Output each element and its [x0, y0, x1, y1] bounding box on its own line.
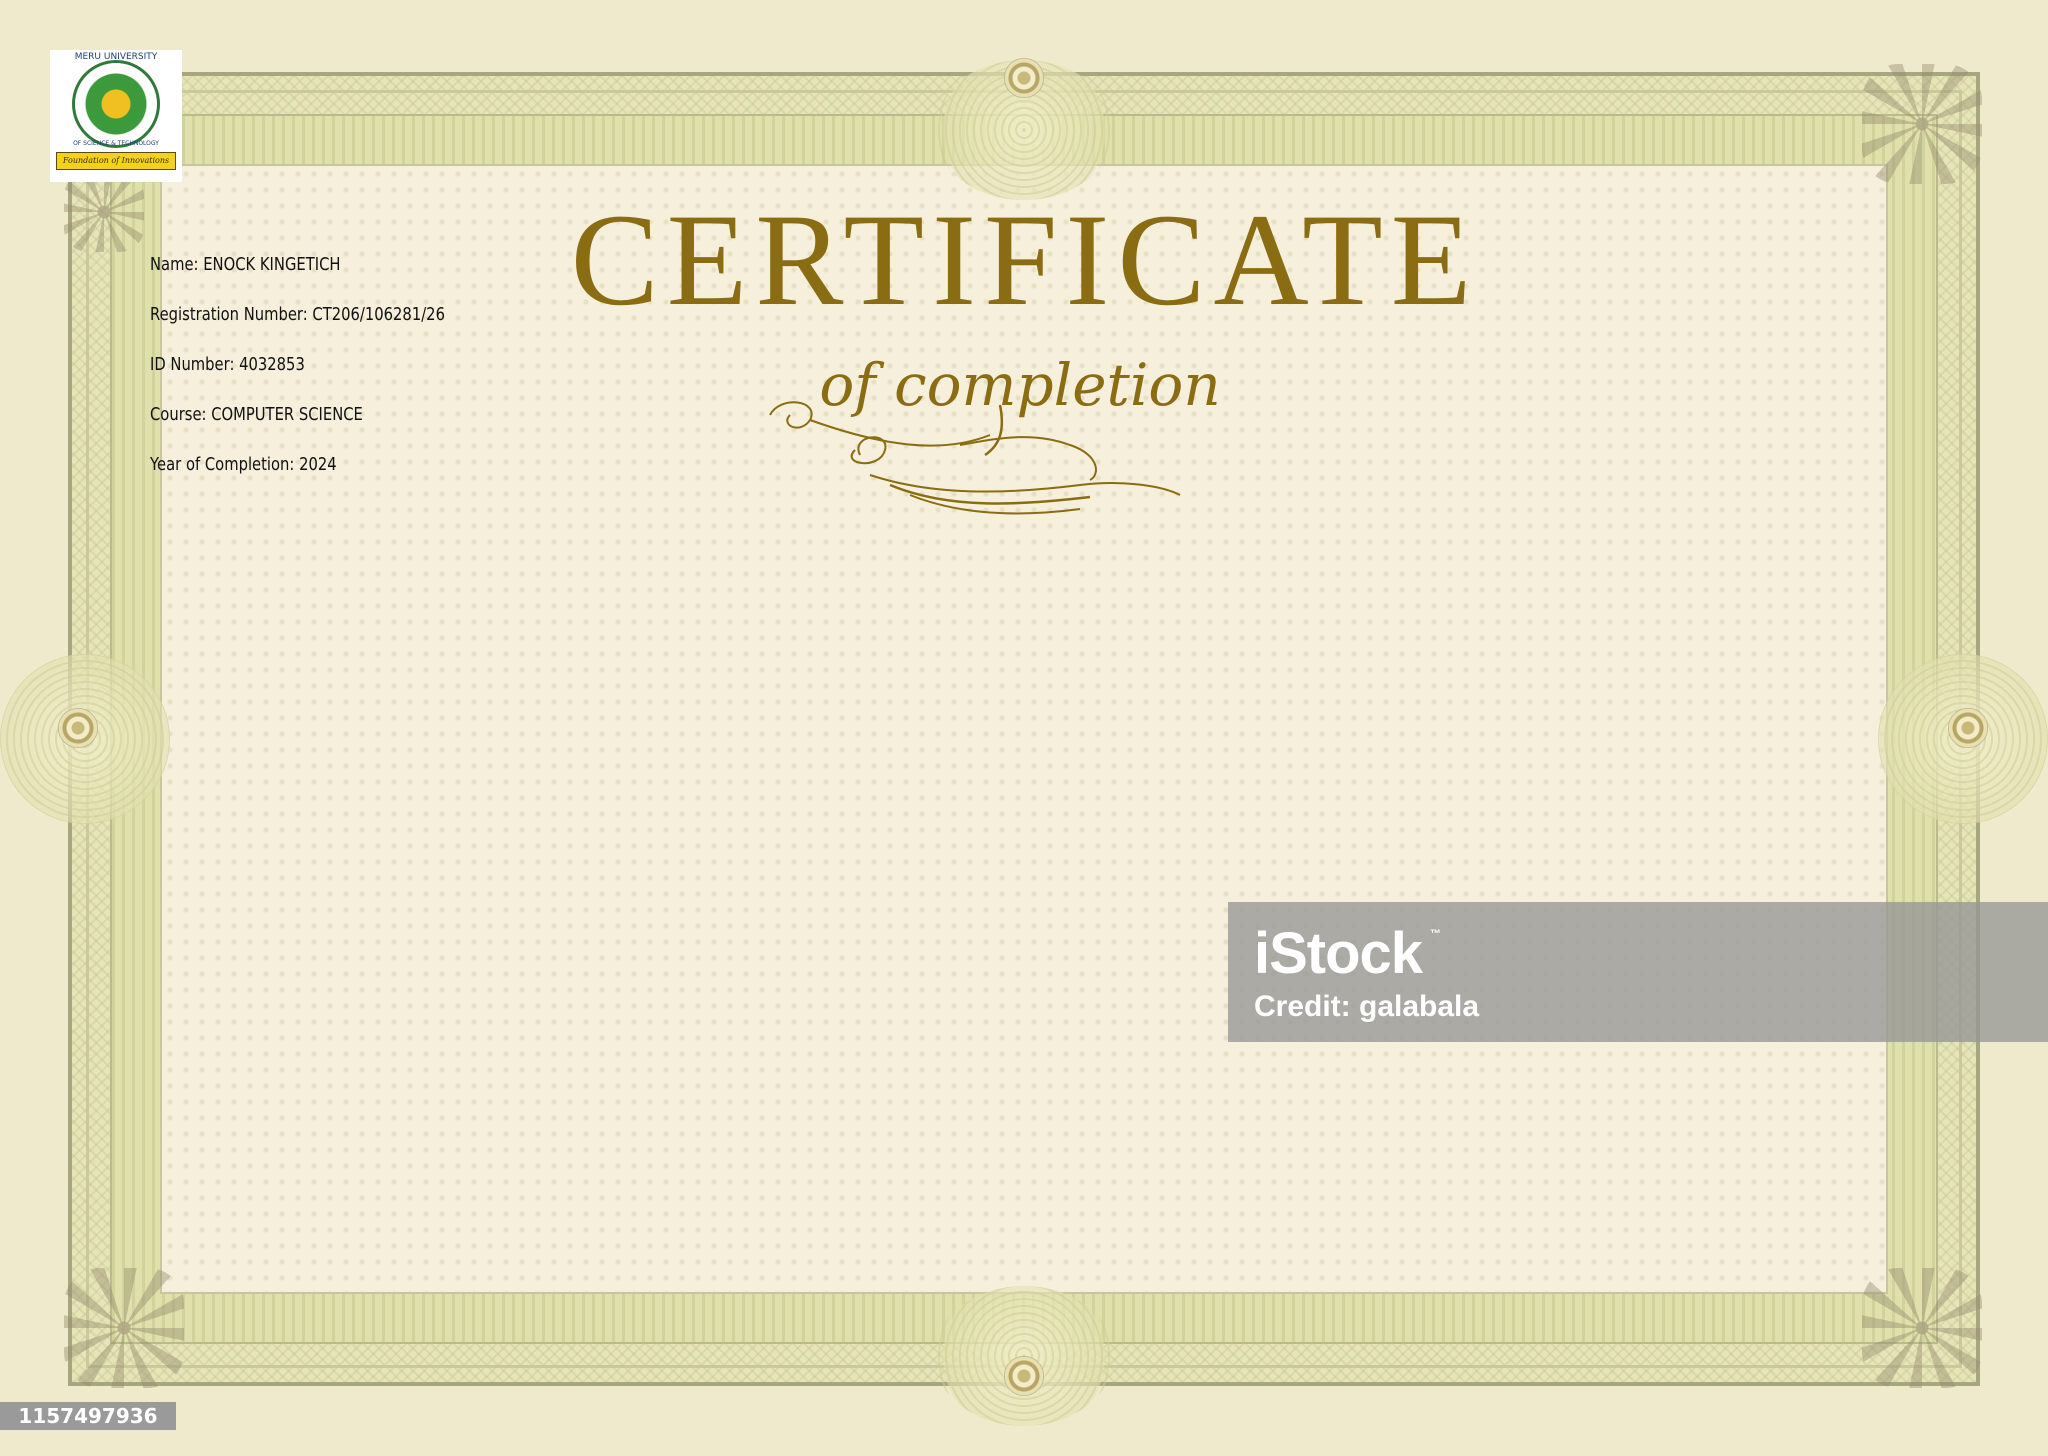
medal-right-icon: [1948, 708, 1988, 748]
stock-image-id: 1157497936: [0, 1402, 176, 1430]
watermark-credit: Credit: galabala: [1254, 990, 1480, 1023]
logo-motto-banner: Foundation of Innovations: [56, 152, 176, 170]
corner-ornament-top-right: [1862, 64, 1982, 184]
calligraphic-flourish-icon: [769, 401, 1181, 515]
certificate-title: CERTIFICATE: [570, 186, 1480, 333]
course: Course: COMPUTER SCIENCE: [150, 404, 363, 425]
watermark-brand: iStock: [1254, 921, 1423, 986]
corner-ornament-bottom-left: [64, 1268, 184, 1388]
corner-ornament-top-left: [64, 172, 144, 252]
university-logo: MERU UNIVERSITY OF SCIENCE & TECHNOLOGY …: [50, 50, 182, 182]
certificate-page: MERU UNIVERSITY OF SCIENCE & TECHNOLOGY …: [0, 0, 2048, 1456]
medal-left-icon: [58, 708, 98, 748]
medal-bottom-icon: [1004, 1356, 1044, 1396]
istock-watermark: iStock ™ Credit: galabala: [1228, 902, 2048, 1042]
registration-number: Registration Number: CT206/106281/26: [150, 304, 445, 325]
student-details: Name: ENOCK KINGETICH Registration Numbe…: [150, 250, 445, 500]
year-of-completion: Year of Completion: 2024: [150, 454, 337, 475]
watermark-trademark: ™: [1430, 928, 1441, 940]
logo-emblem-icon: [72, 60, 160, 148]
id-number: ID Number: 4032853: [150, 354, 305, 375]
logo-bottom-text: OF SCIENCE & TECHNOLOGY: [73, 140, 159, 147]
medal-top-icon: [1004, 58, 1044, 98]
corner-ornament-bottom-right: [1862, 1268, 1982, 1388]
student-name: Name: ENOCK KINGETICH: [150, 254, 341, 275]
